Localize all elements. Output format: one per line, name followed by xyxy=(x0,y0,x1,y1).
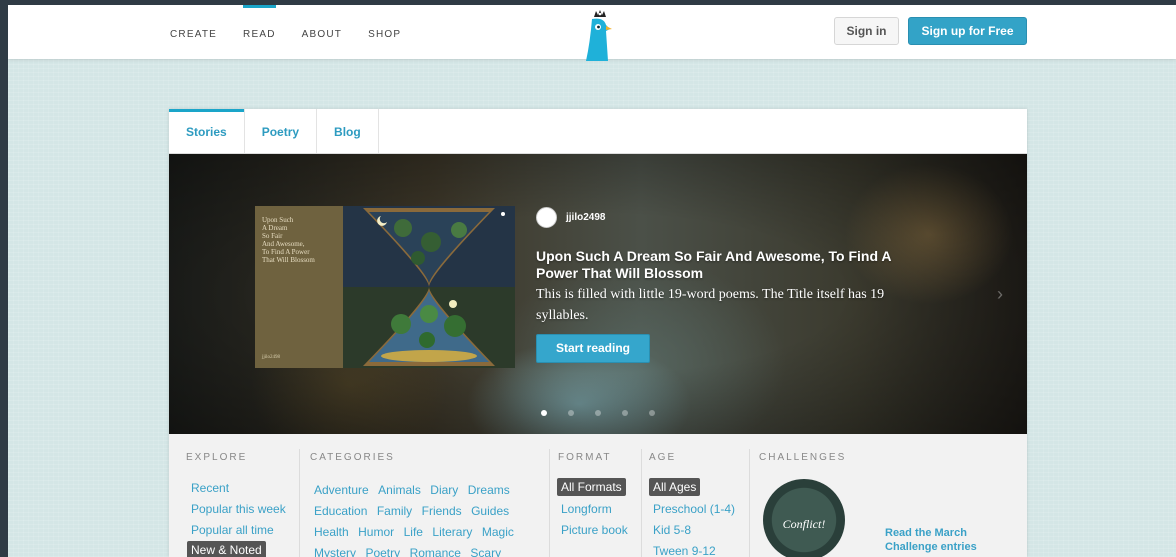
tab-blog[interactable]: Blog xyxy=(317,109,379,153)
browse-filters: EXPLORE Recent Popular this week Popular… xyxy=(169,434,1027,557)
nav-create[interactable]: CREATE xyxy=(170,5,217,59)
category-literary[interactable]: Literary xyxy=(432,525,472,539)
format-heading: FORMAT xyxy=(558,452,612,463)
age-preschool[interactable]: Preschool (1-4) xyxy=(653,502,735,516)
sign-in-button[interactable]: Sign in xyxy=(834,17,899,45)
category-humor[interactable]: Humor xyxy=(358,525,394,539)
category-education[interactable]: Education xyxy=(314,504,367,518)
explore-popular-all-time[interactable]: Popular all time xyxy=(191,523,274,537)
challenge-badge[interactable]: Conflict! xyxy=(763,479,845,557)
category-guides[interactable]: Guides xyxy=(471,504,509,518)
page: CREATE READ ABOUT SHOP Sign in Sign up f… xyxy=(8,5,1176,557)
author-avatar[interactable] xyxy=(536,207,557,228)
explore-recent[interactable]: Recent xyxy=(191,481,229,495)
format-longform[interactable]: Longform xyxy=(561,502,612,516)
carousel-dots xyxy=(541,410,676,416)
format-picture-book[interactable]: Picture book xyxy=(561,523,628,537)
category-scary[interactable]: Scary xyxy=(470,546,501,557)
top-navbar: CREATE READ ABOUT SHOP Sign in Sign up f… xyxy=(8,5,1176,61)
tab-poetry[interactable]: Poetry xyxy=(244,109,318,153)
carousel-dot[interactable] xyxy=(595,410,601,416)
start-reading-button[interactable]: Start reading xyxy=(536,334,650,363)
categories-row: Education Family Friends Guides xyxy=(314,502,554,520)
categories-heading: CATEGORIES xyxy=(310,452,395,463)
main-nav: CREATE READ ABOUT SHOP xyxy=(170,5,427,59)
storybird-logo-icon[interactable] xyxy=(582,9,616,61)
category-animals[interactable]: Animals xyxy=(378,483,421,497)
tab-stories[interactable]: Stories xyxy=(169,109,245,153)
challenges-heading: CHALLENGES xyxy=(759,452,847,463)
category-family[interactable]: Family xyxy=(377,504,412,518)
book-cover[interactable]: Upon Such A Dream So Fair And Awesome, T… xyxy=(255,206,343,368)
challenge-entries-link[interactable]: Read the March Challenge entries xyxy=(885,526,1005,554)
challenges-column: CHALLENGES Conflict! Read the March Chal… xyxy=(749,449,1027,557)
explore-new-noted[interactable]: New & Noted xyxy=(187,541,266,557)
category-dreams[interactable]: Dreams xyxy=(468,483,510,497)
category-mystery[interactable]: Mystery xyxy=(314,546,356,557)
challenge-badge-text: Conflict! xyxy=(782,517,826,531)
book-cover-title: Upon Such A Dream So Fair And Awesome, T… xyxy=(262,216,315,264)
carousel-dot[interactable] xyxy=(568,410,574,416)
categories-row: Mystery Poetry Romance Scary xyxy=(314,544,554,557)
explore-popular-week[interactable]: Popular this week xyxy=(191,502,286,516)
format-all[interactable]: All Formats xyxy=(557,478,626,496)
carousel-dot[interactable] xyxy=(622,410,628,416)
explore-heading: EXPLORE xyxy=(186,452,248,463)
nav-shop[interactable]: SHOP xyxy=(368,5,401,59)
nav-about[interactable]: ABOUT xyxy=(302,5,342,59)
category-adventure[interactable]: Adventure xyxy=(314,483,369,497)
carousel-dot[interactable] xyxy=(649,410,655,416)
category-life[interactable]: Life xyxy=(404,525,423,539)
categories-column: CATEGORIES Adventure Animals Diary Dream… xyxy=(299,449,555,557)
age-all[interactable]: All Ages xyxy=(649,478,701,496)
nav-read[interactable]: READ xyxy=(243,5,276,59)
category-health[interactable]: Health xyxy=(314,525,349,539)
author-name[interactable]: jjilo2498 xyxy=(566,212,605,223)
sign-up-button[interactable]: Sign up for Free xyxy=(908,17,1027,45)
age-tween[interactable]: Tween 9-12 xyxy=(653,544,716,557)
content-card: Stories Poetry Blog Upon Such A Dream So… xyxy=(169,109,1027,557)
content-tabs: Stories Poetry Blog xyxy=(169,109,379,153)
explore-column: EXPLORE Recent Popular this week Popular… xyxy=(169,434,299,557)
categories-row: Health Humor Life Literary Magic xyxy=(314,523,554,541)
category-magic[interactable]: Magic xyxy=(482,525,514,539)
featured-description: This is filled with little 19-word poems… xyxy=(536,287,885,323)
age-heading: AGE xyxy=(649,452,677,463)
book-cover-author: jjilo2498 xyxy=(262,355,281,360)
category-romance[interactable]: Romance xyxy=(410,546,461,557)
featured-carousel: Upon Such A Dream So Fair And Awesome, T… xyxy=(169,154,1027,434)
chevron-right-icon[interactable]: › xyxy=(997,284,1003,305)
featured-title[interactable]: Upon Such A Dream So Fair And Awesome, T… xyxy=(536,248,936,282)
category-poetry[interactable]: Poetry xyxy=(365,546,400,557)
carousel-dot[interactable] xyxy=(541,410,547,416)
category-diary[interactable]: Diary xyxy=(430,483,458,497)
categories-row: Adventure Animals Diary Dreams xyxy=(314,481,554,499)
category-friends[interactable]: Friends xyxy=(422,504,462,518)
book-artwork[interactable] xyxy=(343,206,515,368)
age-kid[interactable]: Kid 5-8 xyxy=(653,523,691,537)
format-column: FORMAT All Formats Longform Picture book xyxy=(549,449,641,557)
age-column: AGE All Ages Preschool (1-4) Kid 5-8 Twe… xyxy=(641,449,749,557)
